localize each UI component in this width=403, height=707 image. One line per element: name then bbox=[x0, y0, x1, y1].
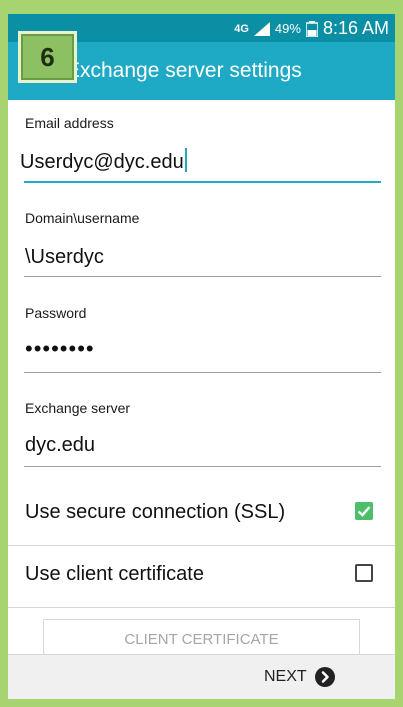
password-underline bbox=[24, 372, 381, 373]
domain-username-field[interactable]: \Userdyc bbox=[25, 246, 104, 269]
domain-username-underline bbox=[24, 276, 381, 277]
divider bbox=[8, 607, 395, 608]
next-button[interactable]: NEXT bbox=[264, 667, 335, 687]
signal-icon bbox=[253, 21, 270, 36]
next-button-label: NEXT bbox=[264, 668, 307, 685]
phone-screen: 4G 49% 8:16 AM Exchange server settings … bbox=[8, 14, 395, 699]
ssl-checkbox[interactable] bbox=[355, 502, 373, 520]
email-underline bbox=[24, 181, 381, 183]
step-number-badge: 6 bbox=[18, 31, 77, 83]
exchange-server-field[interactable]: dyc.edu bbox=[25, 434, 95, 457]
exchange-server-label: Exchange server bbox=[25, 400, 131, 416]
screenshot-frame: 4G 49% 8:16 AM Exchange server settings … bbox=[0, 0, 403, 707]
email-label: Email address bbox=[25, 115, 114, 131]
check-icon bbox=[357, 506, 371, 517]
email-field[interactable]: Userdyc@dyc.edu bbox=[20, 148, 187, 174]
ssl-option-row[interactable]: Use secure connection (SSL) bbox=[8, 484, 395, 546]
client-certificate-option-label: Use client certificate bbox=[25, 563, 204, 585]
status-indicators: 4G 49% 8:16 AM bbox=[234, 18, 389, 39]
client-certificate-option-row[interactable]: Use client certificate bbox=[8, 546, 395, 608]
client-certificate-checkbox[interactable] bbox=[355, 564, 373, 582]
domain-username-label: Domain\username bbox=[25, 210, 140, 226]
battery-percent: 49% bbox=[274, 21, 301, 36]
clock: 8:16 AM bbox=[322, 18, 389, 38]
battery-icon bbox=[305, 20, 318, 37]
email-value: Userdyc@dyc.edu bbox=[20, 151, 184, 173]
password-label: Password bbox=[25, 305, 87, 321]
password-field[interactable]: •••••••• bbox=[25, 336, 95, 362]
exchange-server-underline bbox=[24, 466, 381, 467]
client-certificate-button[interactable]: CLIENT CERTIFICATE bbox=[43, 619, 360, 659]
page-title: Exchange server settings bbox=[66, 59, 302, 82]
chevron-right-circle-icon bbox=[314, 667, 335, 687]
network-type: 4G bbox=[234, 22, 249, 35]
text-cursor bbox=[184, 148, 187, 172]
bottom-action-bar: NEXT bbox=[8, 654, 395, 699]
ssl-option-label: Use secure connection (SSL) bbox=[25, 501, 286, 523]
